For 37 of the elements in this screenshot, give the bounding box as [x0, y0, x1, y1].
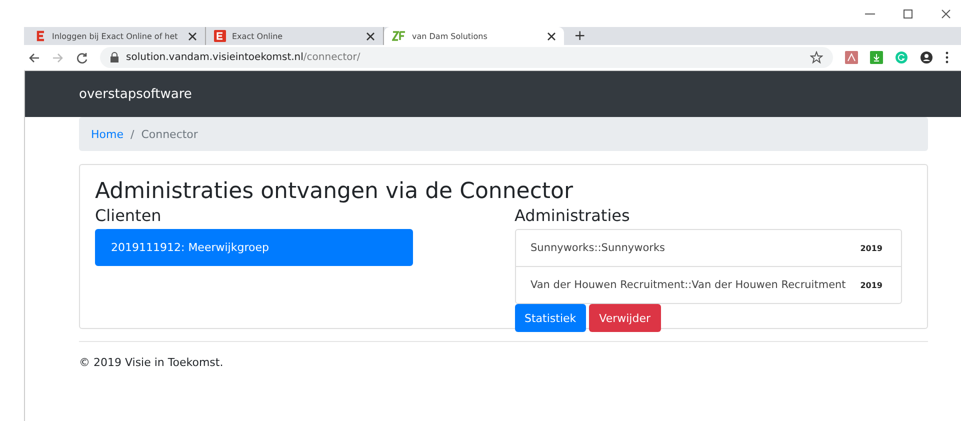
administration-name: Van der Houwen Recruitment::Van der Houwen Recruitment	[530, 279, 846, 291]
restore-icon[interactable]	[903, 8, 913, 18]
new-tab-button[interactable]: +	[564, 27, 596, 45]
pdf-extension-icon[interactable]	[845, 51, 858, 64]
page-title: Administraties ontvangen via de Connector	[95, 179, 574, 204]
lock-icon	[110, 52, 119, 63]
profile-icon[interactable]	[920, 51, 933, 64]
year-label: 2019	[860, 280, 882, 290]
year-label: 2019	[860, 244, 882, 252]
browser-tab[interactable]: Inloggen bij Exact Online of het	[28, 27, 206, 45]
navbar-brand[interactable]: overstapsoftware	[79, 86, 192, 102]
section-heading: Clienten	[95, 206, 162, 225]
administration-item[interactable]: Sunnyworks::Sunnyworks 2019	[516, 230, 900, 266]
action-button[interactable]: Statistiek	[514, 304, 586, 332]
footer-text: © 2019 Visie in Toekomst.	[79, 356, 224, 369]
menu-icon[interactable]	[945, 51, 949, 64]
browser-tab[interactable]: Exact Online	[206, 27, 384, 45]
download-extension-icon[interactable]	[870, 51, 883, 64]
star-icon[interactable]	[810, 51, 823, 64]
close-icon[interactable]	[366, 32, 375, 40]
breadcrumb-separator: /	[130, 128, 134, 140]
browser-tab[interactable]: van Dam Solutions	[384, 27, 564, 45]
letter-e-icon	[214, 30, 226, 42]
action-button[interactable]: Verwijder	[589, 304, 660, 332]
close-icon[interactable]	[941, 8, 951, 18]
back-icon[interactable]	[28, 52, 40, 64]
letter-e-icon	[36, 30, 46, 42]
client-item[interactable]: 2019111912: Meerwijkgroep	[95, 229, 413, 266]
administration-item[interactable]: Van der Houwen Recruitment::Van der Houwen Recruitment 2019	[516, 266, 900, 303]
section-heading: Administraties	[514, 206, 631, 225]
close-icon[interactable]	[188, 32, 197, 40]
administration-name: Sunnyworks::Sunnyworks	[530, 242, 666, 254]
close-icon[interactable]	[547, 32, 556, 40]
address-bar[interactable]: solution.vandam.visieintoekomst.nl/connector/	[100, 47, 833, 68]
zf-logo-icon	[392, 31, 406, 41]
reload-icon[interactable]	[76, 52, 88, 64]
breadcrumb-current: Connector	[141, 128, 198, 140]
